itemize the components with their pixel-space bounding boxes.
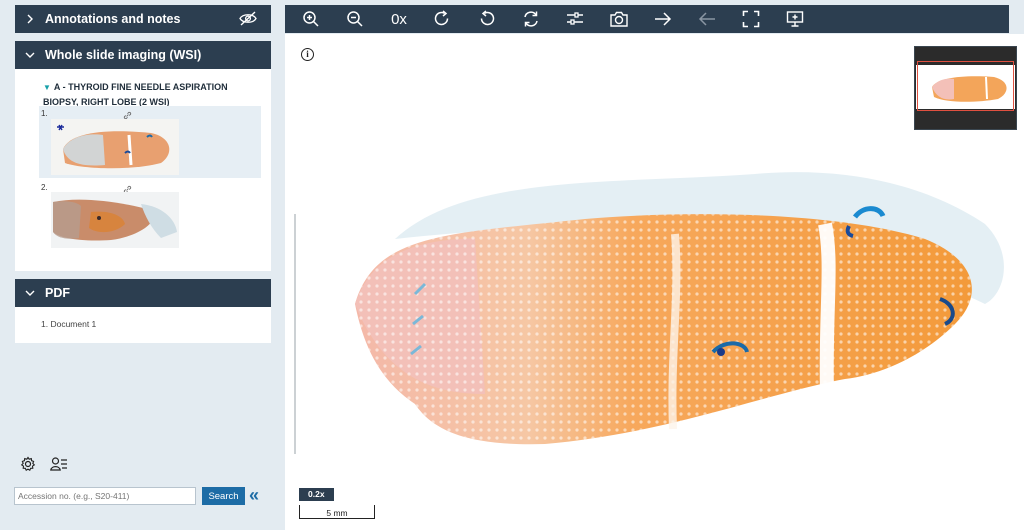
chevron-right-icon bbox=[15, 11, 45, 27]
presentation-icon[interactable] bbox=[785, 9, 805, 29]
slide-number: 1. bbox=[41, 109, 48, 118]
next-arrow-icon[interactable] bbox=[653, 9, 673, 29]
annotations-section-title: Annotations and notes bbox=[45, 12, 181, 26]
user-list-icon[interactable] bbox=[50, 456, 68, 477]
scale-bar-label: 5 mm bbox=[326, 508, 348, 518]
minimap-viewport[interactable] bbox=[917, 61, 1014, 111]
zoom-in-icon[interactable] bbox=[301, 9, 321, 29]
pdf-section-title: PDF bbox=[45, 286, 70, 300]
pdf-section-body: 1. Document 1 bbox=[15, 307, 271, 343]
reset-zoom-label: 0x bbox=[391, 10, 407, 28]
rotate-right-icon[interactable] bbox=[432, 9, 452, 29]
slide-thumbnail[interactable] bbox=[51, 119, 179, 175]
search-button[interactable]: Search bbox=[202, 487, 245, 505]
info-icon[interactable]: i bbox=[301, 48, 314, 61]
triangle-down-icon: ▼ bbox=[43, 83, 51, 92]
chevron-down-icon bbox=[15, 285, 45, 301]
fullscreen-icon[interactable] bbox=[741, 9, 761, 29]
sync-icon[interactable] bbox=[521, 9, 541, 29]
camera-icon[interactable] bbox=[609, 9, 629, 29]
zoom-out-icon[interactable] bbox=[345, 9, 365, 29]
case-title-text: A - THYROID FINE NEEDLE ASPIRATION BIOPS… bbox=[43, 82, 228, 107]
zoom-level-badge: 0.2x bbox=[299, 488, 334, 501]
slide-thumbnail[interactable] bbox=[51, 192, 179, 248]
wsi-section-header[interactable]: Whole slide imaging (WSI) bbox=[15, 41, 271, 69]
slide-item-2[interactable]: 2. bbox=[39, 180, 261, 252]
adjust-icon[interactable] bbox=[565, 9, 585, 29]
gear-icon[interactable] bbox=[20, 456, 36, 477]
rotate-left-icon[interactable] bbox=[477, 9, 497, 29]
slide-item-1[interactable]: 1. bbox=[39, 106, 261, 178]
left-panel: Annotations and notes Whole slide imagin… bbox=[0, 0, 284, 530]
eye-off-icon[interactable] bbox=[239, 11, 257, 31]
minimap[interactable] bbox=[914, 46, 1017, 130]
collapse-panel-icon[interactable]: « bbox=[249, 486, 259, 504]
case-title[interactable]: ▼ A - THYROID FINE NEEDLE ASPIRATION BIOP… bbox=[43, 80, 258, 109]
chevron-down-icon bbox=[15, 47, 45, 63]
viewer-toolbar: 0x bbox=[285, 5, 1009, 33]
scale-bar: 5 mm bbox=[299, 505, 375, 519]
slide-viewer[interactable]: i 0.2x 5 mm bbox=[285, 34, 1024, 530]
wsi-section-body: ▼ A - THYROID FINE NEEDLE ASPIRATION BIOP… bbox=[15, 69, 271, 271]
wsi-section-title: Whole slide imaging (WSI) bbox=[45, 48, 202, 62]
reset-zoom-button[interactable]: 0x bbox=[388, 9, 410, 29]
pdf-document-link[interactable]: 1. Document 1 bbox=[41, 319, 96, 329]
accession-search-input[interactable] bbox=[14, 487, 196, 505]
prev-arrow-icon[interactable] bbox=[697, 9, 717, 29]
annotations-section-header[interactable]: Annotations and notes bbox=[15, 5, 271, 33]
pdf-section-header[interactable]: PDF bbox=[15, 279, 271, 307]
slide-number: 2. bbox=[41, 183, 48, 192]
